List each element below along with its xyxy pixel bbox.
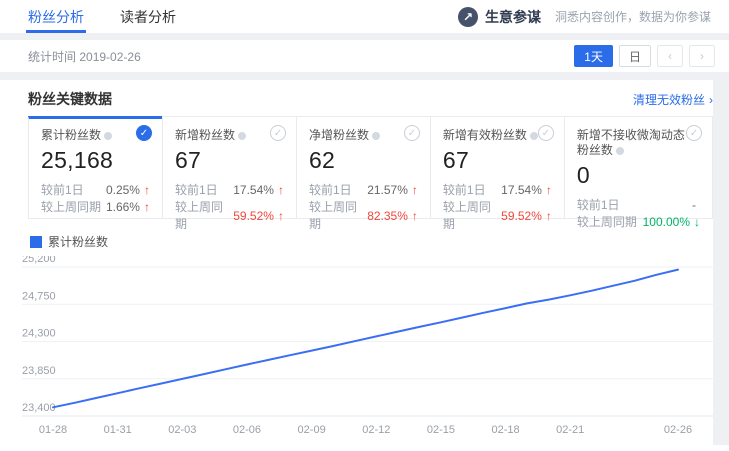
card-compare-row: 较前1日17.54%↑ [443,182,552,199]
range-1day-button[interactable]: 1天 [574,45,613,67]
next-day-button[interactable]: › [689,45,715,67]
section-title: 粉丝关键数据 [28,89,112,109]
check-circle-icon[interactable]: ✓ [686,125,702,141]
x-axis-tick-label: 02-15 [427,424,455,436]
arrow-up-icon: ↑ [412,208,418,225]
clean-invalid-fans-link[interactable]: 清理无效粉丝› [633,91,713,108]
card-compare-row: 较前1日17.54%↑ [175,182,284,199]
x-axis-tick-label: 02-18 [492,424,520,436]
card-compare-row: 较上周同期82.35%↑ [309,199,418,233]
arrow-up-icon: ↑ [412,182,418,199]
tab-reader-analysis[interactable]: 读者分析 [120,0,176,33]
y-axis-tick-label: 25,200 [22,256,56,265]
arrow-up-icon: ↑ [144,182,150,199]
date-toolbar: 统计时间 2019-02-26 1天 日 ‹ › [0,40,729,72]
legend-item-cumulative-fans[interactable]: 累计粉丝数 [30,233,714,250]
card-value: 67 [443,147,552,174]
card-value: 0 [577,162,700,189]
y-axis-tick-label: 24,300 [22,328,56,340]
info-dot-icon[interactable] [104,132,112,140]
info-dot-icon[interactable] [616,147,624,155]
arrow-up-icon: ↑ [546,208,552,225]
card-compare-row: 较前1日21.57%↑ [309,182,418,199]
kpi-card[interactable]: ✓ 累计粉丝数 25,168 较前1日0.25%↑较上周同期1.66%↑ [28,116,163,219]
x-axis-tick-label: 02-03 [168,424,196,436]
nav-tabs: 粉丝分析 读者分析 [28,0,176,33]
top-navigation-bar: 粉丝分析 读者分析 ↗ 生意参谋 洞悉内容创作，数据为你参谋 [0,0,729,33]
x-axis-tick-label: 01-31 [104,424,132,436]
x-axis-tick-label: 02-09 [298,424,326,436]
y-axis-tick-label: 24,750 [22,290,56,302]
brand-name: 生意参谋 [485,7,541,27]
info-dot-icon[interactable] [372,132,380,140]
x-axis-tick-label: 02-21 [556,424,584,436]
section-divider [0,33,729,40]
check-circle-icon[interactable]: ✓ [270,125,286,141]
card-title: 累计粉丝数 [41,128,150,143]
page-background-strip [713,80,729,445]
date-range-controls: 1天 日 ‹ › [574,45,715,67]
kpi-card[interactable]: ✓ 新增不接收微淘动态粉丝数 0 较前1日-较上周同期100.00%↓ [564,116,713,219]
x-axis-tick-label: 02-12 [362,424,390,436]
card-compare-row: 较前1日- [577,197,700,214]
card-compare-row: 较上周同期59.52%↑ [443,199,552,233]
card-value: 67 [175,147,284,174]
brand-area[interactable]: ↗ 生意参谋 洞悉内容创作，数据为你参谋 [458,0,729,33]
check-circle-icon[interactable]: ✓ [136,125,152,141]
stat-time-text: 统计时间 2019-02-26 [28,48,141,65]
section-divider [0,72,729,80]
card-compare-row: 较上周同期59.52%↑ [175,199,284,233]
fan-key-data-panel: 粉丝关键数据 清理无效粉丝› ✓ 累计粉丝数 25,168 较前1日0.25%↑… [0,80,729,445]
card-title: 新增粉丝数 [175,128,284,143]
kpi-card[interactable]: ✓ 新增粉丝数 67 较前1日17.54%↑较上周同期59.52%↑ [162,116,297,219]
card-compare-row: 较前1日0.25%↑ [41,182,150,199]
cumulative-fans-chart: 累计粉丝数 23,400 23,850 24,300 24,750 25,200 01-2… [22,233,714,451]
x-axis-tick-label: 02-26 [664,424,692,436]
card-title: 净增粉丝数 [309,128,418,143]
card-value: 25,168 [41,147,150,174]
x-axis-tick-label: 01-28 [39,424,67,436]
check-circle-icon[interactable]: ✓ [404,125,420,141]
card-title: 新增不接收微淘动态粉丝数 [577,128,700,158]
arrow-up-icon: ↑ [278,182,284,199]
arrow-up-icon: ↑ [546,182,552,199]
arrow-down-icon: ↓ [694,214,700,231]
series-line-累计粉丝数 [53,270,678,408]
info-dot-icon[interactable] [238,132,246,140]
y-axis-tick-label: 23,400 [22,402,56,414]
brand-slogan: 洞悉内容创作，数据为你参谋 [555,8,711,25]
card-value: 62 [309,147,418,174]
compass-logo-icon: ↗ [458,7,478,27]
info-dot-icon[interactable] [530,132,538,140]
y-axis-tick-label: 23,850 [22,365,56,377]
arrow-up-icon: ↑ [278,208,284,225]
day-picker-button[interactable]: 日 [619,45,651,67]
prev-day-button[interactable]: ‹ [657,45,683,67]
x-axis-tick-label: 02-06 [233,424,261,436]
card-title: 新增有效粉丝数 [443,128,552,143]
kpi-card[interactable]: ✓ 净增粉丝数 62 较前1日21.57%↑较上周同期82.35%↑ [296,116,431,219]
line-chart-canvas[interactable]: 23,400 23,850 24,300 24,750 25,200 01-28 01-31… [22,256,714,446]
card-compare-row: 较上周同期1.66%↑ [41,199,150,216]
legend-label: 累计粉丝数 [48,233,108,250]
kpi-cards-row: ✓ 累计粉丝数 25,168 较前1日0.25%↑较上周同期1.66%↑ ✓ 新… [28,116,713,219]
arrow-up-icon: ↑ [144,199,150,216]
kpi-card[interactable]: ✓ 新增有效粉丝数 67 较前1日17.54%↑较上周同期59.52%↑ [430,116,565,219]
tab-fan-analysis[interactable]: 粉丝分析 [28,0,84,33]
card-compare-row: 较上周同期100.00%↓ [577,214,700,231]
legend-swatch-icon [30,236,42,248]
check-circle-icon[interactable]: ✓ [538,125,554,141]
